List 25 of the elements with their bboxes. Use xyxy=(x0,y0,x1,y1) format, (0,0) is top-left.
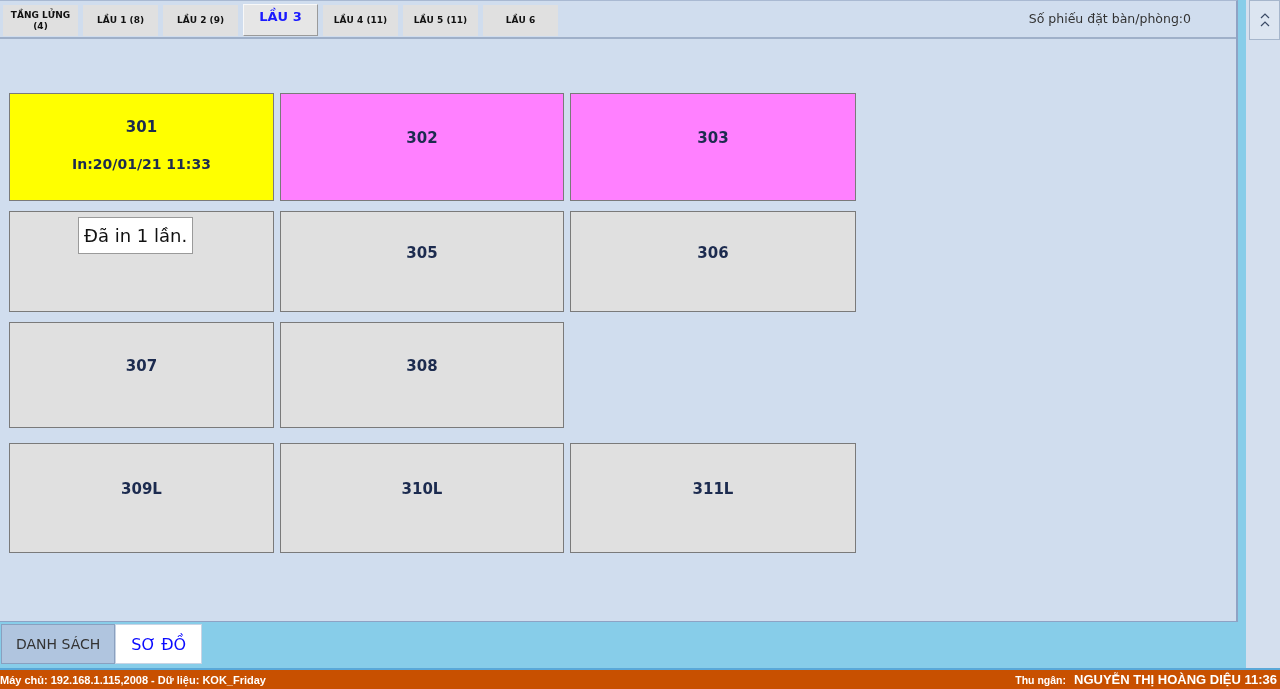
floor-tab[interactable]: LẦU 6 xyxy=(483,5,558,36)
room-button[interactable]: 308 xyxy=(280,322,564,428)
floor-tab[interactable]: TẦNG LỬNG (4) xyxy=(3,5,78,36)
booking-count: Số phiếu đặt bàn/phòng:0 xyxy=(1028,10,1192,26)
room-button[interactable]: 306 xyxy=(570,211,856,312)
floor-tab[interactable]: LẦU 5 (11) xyxy=(403,5,478,36)
room-button[interactable]: 307 xyxy=(9,322,274,428)
room-button[interactable]: 305 xyxy=(280,211,564,312)
tooltip: Đã in 1 lần. xyxy=(78,217,194,254)
room-button[interactable]: 311L xyxy=(570,443,856,553)
view-tab[interactable]: SƠ ĐỒ xyxy=(115,624,203,664)
server-info: Máy chủ: 192.168.1.115,2008 - Dữ liệu: KOK_Friday xyxy=(0,673,266,686)
room-button[interactable]: 302 xyxy=(280,93,564,201)
floor-tab[interactable]: LẦU 4 (11) xyxy=(323,5,398,36)
room-button[interactable]: 303 xyxy=(570,93,856,201)
room-button[interactable]: 309L xyxy=(9,443,274,553)
room-button[interactable]: 310L xyxy=(280,443,564,553)
cashier-label: Thu ngân: xyxy=(1015,674,1066,686)
cashier-name: NGUYỄN THỊ HOÀNG DIỆU 11:36 xyxy=(1074,672,1277,687)
view-tab[interactable]: DANH SÁCH xyxy=(1,624,116,664)
double-chevron-up-icon xyxy=(1259,13,1270,27)
floor-tab[interactable]: LẦU 1 (8) xyxy=(83,5,158,36)
room-button[interactable]: 301 In:20/01/21 11:33 xyxy=(9,93,274,201)
floor-tab[interactable]: LẦU 2 (9) xyxy=(163,5,238,36)
floor-tab[interactable]: LẦU 3 xyxy=(243,4,318,36)
